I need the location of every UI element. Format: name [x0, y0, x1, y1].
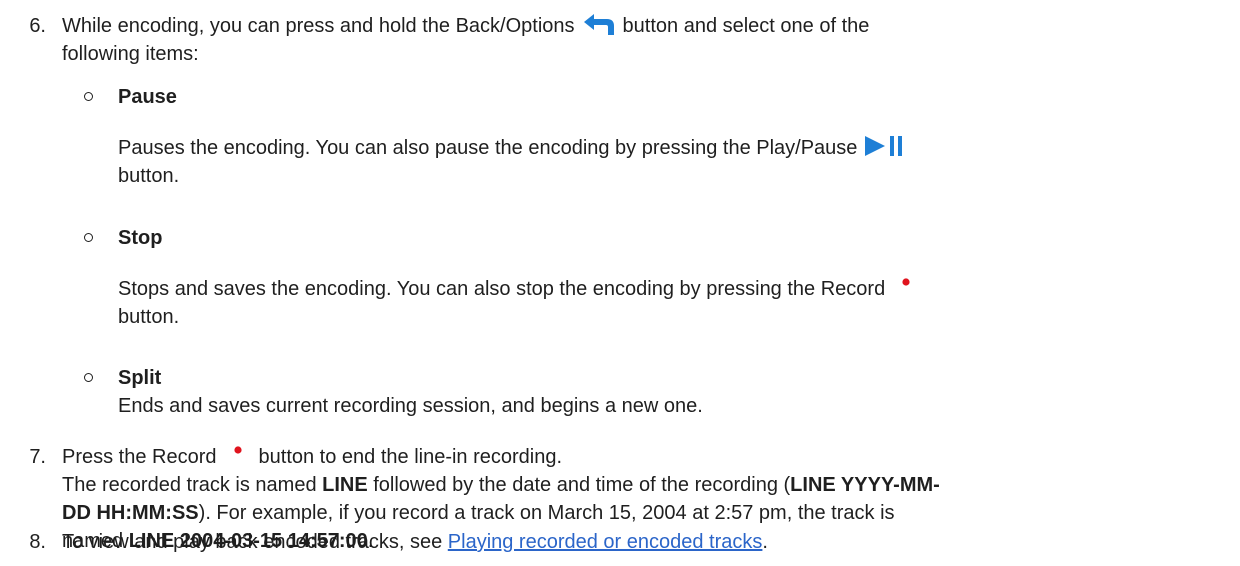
- record-icon: [227, 442, 249, 464]
- option-pause-desc: Pauses the encoding. You can also pause …: [118, 134, 1178, 190]
- option-pause: Pause: [84, 83, 177, 111]
- step-number: 8.: [29, 531, 46, 553]
- option-title: Split: [118, 367, 162, 389]
- step-8: 8. To view and play back encoded tracks,…: [29, 528, 1202, 556]
- option-stop-desc: Stops and saves the encoding. You can al…: [118, 275, 1178, 331]
- step-7-line3: DD HH:MM:SS). For example, if you record…: [62, 499, 1202, 527]
- bullet-icon: [84, 233, 93, 242]
- step-6: 6. While encoding, you can press and hol…: [29, 12, 1202, 68]
- step-7-line2: The recorded track is named LINE followe…: [62, 471, 1202, 499]
- record-icon: [895, 274, 917, 296]
- step-6-text-after: button and select one of the: [622, 15, 870, 37]
- stop-desc-text: Stops and saves the encoding. You can al…: [118, 278, 886, 300]
- track-name-format: LINE YYYY-MM-: [790, 474, 940, 496]
- play-pause-icon: [863, 134, 905, 158]
- track-name: LINE: [322, 474, 368, 496]
- option-stop: Stop: [84, 224, 163, 252]
- back-arrow-icon: [581, 11, 617, 37]
- option-title: Pause: [118, 86, 177, 108]
- text: followed by the date and time of the rec…: [367, 474, 791, 496]
- step-6-line1: While encoding, you can press and hold t…: [62, 12, 1202, 40]
- step-number: 7.: [29, 446, 46, 468]
- stop-desc-after: button.: [118, 306, 180, 328]
- pause-desc-after: button.: [118, 165, 180, 187]
- text: ). For example, if you record a track on…: [198, 502, 895, 524]
- step-8-text: To view and play back encoded tracks, se…: [62, 531, 448, 553]
- step-8-text-after: .: [762, 531, 768, 553]
- pause-desc-text: Pauses the encoding. You can also pause …: [118, 137, 858, 159]
- step-7-line1: Press the Record button to end the line-…: [62, 443, 1202, 471]
- step-6-line2: following items:: [62, 43, 199, 65]
- step-number: 6.: [29, 15, 46, 37]
- option-title: Stop: [118, 227, 163, 249]
- option-split: Split: [84, 364, 162, 392]
- text: The recorded track is named: [62, 474, 323, 496]
- step-7-text-after: button to end the line-in recording.: [258, 446, 563, 468]
- step-6-text: While encoding, you can press and hold t…: [62, 15, 575, 37]
- playing-recorded-tracks-link[interactable]: Playing recorded or encoded tracks: [448, 531, 763, 553]
- bullet-icon: [84, 373, 93, 382]
- option-split-desc: Ends and saves current recording session…: [118, 395, 703, 417]
- help-document: 6. While encoding, you can press and hol…: [0, 0, 1240, 566]
- track-name-format: DD HH:MM:SS: [62, 502, 199, 524]
- step-7-text: Press the Record: [62, 446, 217, 468]
- bullet-icon: [84, 92, 93, 101]
